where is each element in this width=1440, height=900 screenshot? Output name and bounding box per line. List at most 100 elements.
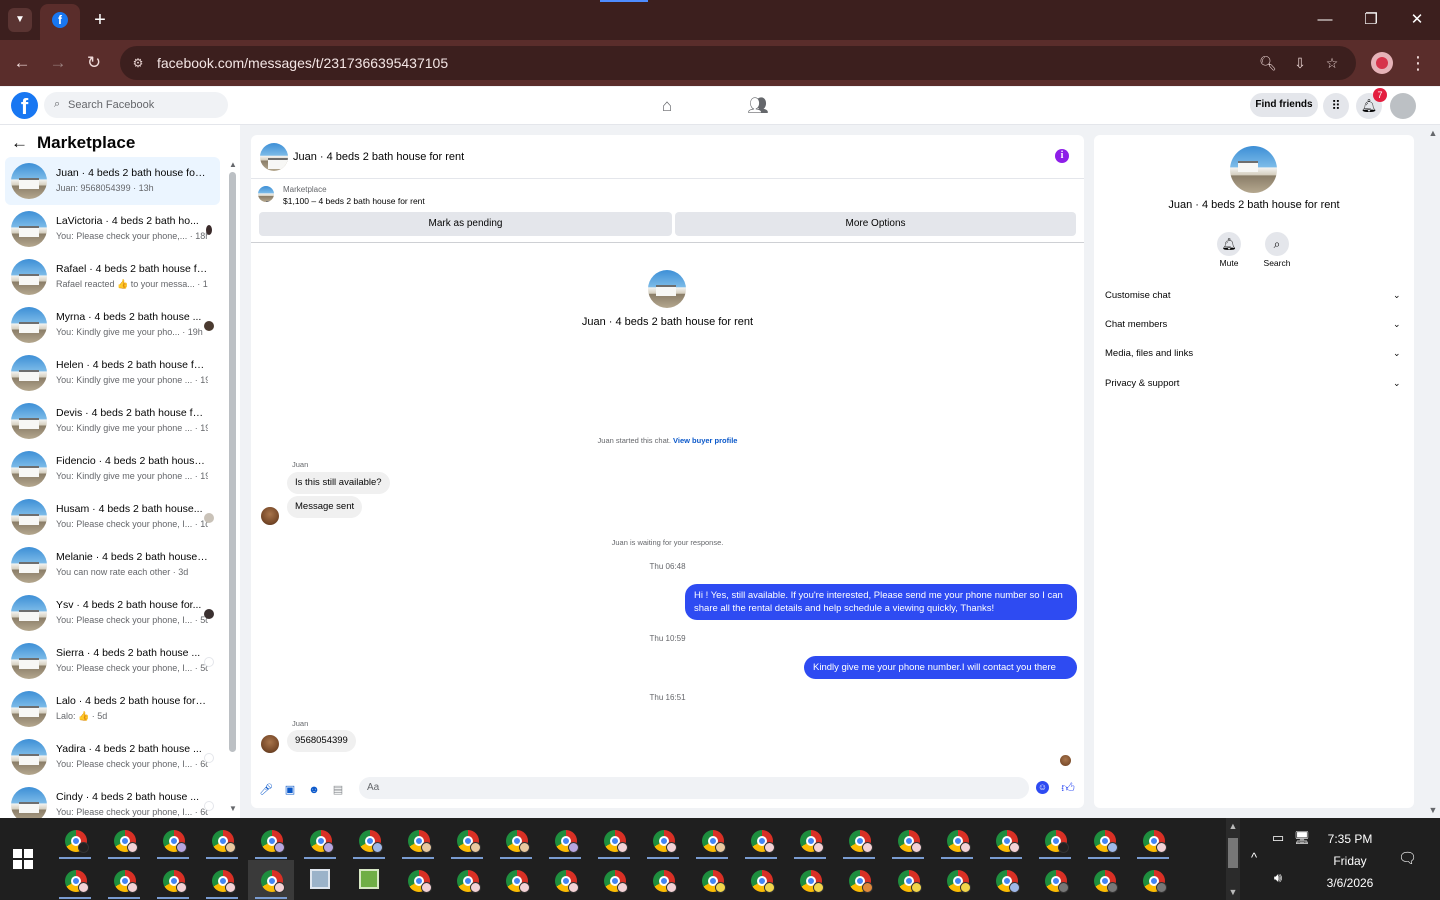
chrome-taskbar-item[interactable] [542,860,588,900]
conversation-item[interactable]: Ysv · 4 beds 2 bath house for... You: Pl… [5,589,220,637]
chrome-taskbar-item[interactable] [1081,860,1127,900]
page-scroll-down-arrow[interactable]: ▼ [1428,805,1438,815]
chrome-taskbar-item[interactable] [1032,860,1078,900]
emoji-icon[interactable]: ☺ [1036,781,1049,794]
conversation-item[interactable]: Sierra · 4 beds 2 bath house ... You: Pl… [5,637,220,685]
chrome-taskbar-item[interactable] [444,860,490,900]
chrome-taskbar-item[interactable] [1081,820,1127,860]
action-center-icon[interactable]: 🗨︎ [1398,850,1417,868]
chrome-taskbar-item[interactable] [640,860,686,900]
scroll-thumb[interactable] [1228,838,1238,868]
chrome-taskbar-item[interactable] [493,820,539,860]
chrome-taskbar-item[interactable] [199,820,245,860]
show-hidden-icons-icon[interactable]: ^ [1244,848,1264,868]
address-bar[interactable]: ⚙ facebook.com/messages/t/23173663954371… [120,46,1356,80]
chrome-taskbar-item[interactable] [395,860,441,900]
chevron-up-icon[interactable]: ▲ [1226,820,1240,832]
chevron-down-icon[interactable]: ▼ [1226,886,1240,898]
outgoing-message[interactable]: Hi ! Yes, still available. If you're int… [685,584,1077,620]
chrome-taskbar-item[interactable] [346,820,392,860]
page-scroll-up-arrow[interactable]: ▲ [1428,128,1438,138]
app-taskbar-item[interactable] [297,860,343,900]
windows-start-icon[interactable] [13,849,33,869]
conversation-item[interactable]: Devis · 4 beds 2 bath house for... You: … [5,397,220,445]
conversation-item[interactable]: Melanie · 4 beds 2 bath house f... You c… [5,541,220,589]
message-input[interactable]: Aa ☺ [359,777,1049,799]
new-tab-button[interactable]: + [88,8,112,32]
incoming-message[interactable]: 9568054399 [287,730,356,752]
meet-now-icon[interactable]: ▭ [1268,828,1288,848]
system-clock[interactable]: 7:35 PM Friday 3/6/2026 [1310,828,1390,894]
restore-button[interactable]: ❐ [1356,8,1386,32]
facebook-search-input[interactable]: ⌕ Search Facebook [44,92,228,118]
chrome-taskbar-item[interactable] [689,860,735,900]
sender-avatar[interactable] [261,507,279,525]
chat-members-section[interactable]: Chat members ⌄ [1105,315,1403,335]
chrome-taskbar-item[interactable] [395,820,441,860]
chrome-taskbar-item[interactable] [52,820,98,860]
chrome-taskbar-item[interactable] [983,860,1029,900]
incoming-message[interactable]: Is this still available? [287,472,390,494]
chrome-taskbar-item[interactable] [542,820,588,860]
chrome-taskbar-item[interactable] [836,860,882,900]
chrome-taskbar-item[interactable] [885,860,931,900]
minimize-button[interactable]: — [1310,8,1340,32]
sticker-icon[interactable]: ☻ [307,783,321,797]
chrome-taskbar-item[interactable] [885,820,931,860]
chrome-taskbar-item[interactable] [591,820,637,860]
chrome-taskbar-item[interactable] [150,820,196,860]
chrome-taskbar-item[interactable] [1130,820,1176,860]
chrome-taskbar-item[interactable] [150,860,196,900]
chrome-taskbar-item[interactable] [248,820,294,860]
sender-avatar[interactable] [261,735,279,753]
gif-icon[interactable]: ▤ [331,783,345,797]
forward-arrow-icon[interactable]: → [46,51,70,75]
view-buyer-profile-link[interactable]: View buyer profile [673,436,737,445]
conversation-item[interactable]: Helen · 4 beds 2 bath house for... You: … [5,349,220,397]
search-icon[interactable]: ⌕ [1265,232,1289,256]
chrome-taskbar-item[interactable] [101,820,147,860]
account-avatar[interactable] [1390,93,1416,119]
reload-icon[interactable]: ↻ [82,51,106,75]
chrome-taskbar-item[interactable] [444,820,490,860]
chrome-taskbar-item[interactable] [983,820,1029,860]
network-icon[interactable]: 🖥︎ [1292,828,1312,848]
home-icon[interactable]: ⌂ [656,95,678,117]
bookmark-star-icon[interactable]: ☆ [1322,53,1342,73]
find-friends-button[interactable]: Find friends [1250,93,1318,117]
chrome-taskbar-item[interactable] [199,860,245,900]
scrollbar[interactable] [229,172,236,752]
zoom-icon[interactable]: 🔍︎ [1258,53,1278,73]
mark-as-pending-button[interactable]: Mark as pending [259,212,672,236]
back-arrow-icon[interactable]: ← [11,134,29,152]
facebook-logo[interactable]: f [11,92,38,119]
conversation-item[interactable]: Husam · 4 beds 2 bath house... You: Plea… [5,493,220,541]
chrome-taskbar-item[interactable] [689,820,735,860]
chrome-taskbar-item[interactable] [738,820,784,860]
chrome-taskbar-item[interactable] [640,820,686,860]
taskbar-scrollbar[interactable]: ▲ ▼ [1226,818,1240,900]
chrome-taskbar-item[interactable] [787,820,833,860]
chrome-taskbar-item[interactable] [101,860,147,900]
listing-price-title[interactable]: $1,100 – 4 beds 2 bath house for rent [283,196,425,206]
browser-profile-avatar[interactable] [1371,52,1393,74]
chrome-taskbar-item[interactable] [1130,860,1176,900]
browser-menu-icon[interactable]: ⋮ [1408,51,1428,75]
chrome-taskbar-item[interactable] [836,820,882,860]
scroll-down-arrow[interactable]: ▼ [228,805,238,813]
conversation-item[interactable]: Rafael · 4 beds 2 bath house fo... Rafae… [5,253,220,301]
media-files-links-section[interactable]: Media, files and links ⌄ [1105,344,1403,364]
url-text[interactable]: facebook.com/messages/t/2317366395437105 [157,55,448,71]
menu-grid-icon[interactable]: ⠿ [1323,93,1349,119]
volume-icon[interactable]: 🔊︎ [1268,868,1288,888]
chrome-taskbar-item[interactable] [787,860,833,900]
chrome-taskbar-item[interactable] [1032,820,1078,860]
chrome-taskbar-item[interactable] [52,860,98,900]
conversation-item[interactable]: Yadira · 4 beds 2 bath house ... You: Pl… [5,733,220,781]
chrome-taskbar-item[interactable] [591,860,637,900]
conversation-item[interactable]: Lalo · 4 beds 2 bath house for r... Lalo… [5,685,220,733]
app-taskbar-item[interactable] [346,860,392,900]
privacy-support-section[interactable]: Privacy & support ⌄ [1105,374,1403,394]
tab-search-dropdown-button[interactable]: ▼ [8,8,32,32]
conversation-item[interactable]: LaVictoria · 4 beds 2 bath ho... You: Pl… [5,205,220,253]
